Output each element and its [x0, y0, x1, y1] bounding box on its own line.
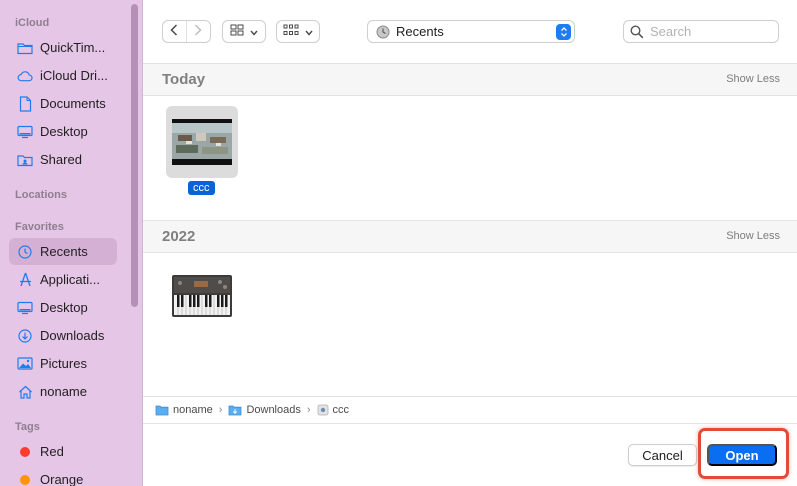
path-item-label: noname: [173, 404, 213, 416]
desktop-icon: [17, 300, 33, 316]
group-header-today: Today Show Less: [143, 64, 797, 96]
section-header-locations: Locations: [15, 189, 67, 201]
sidebar-scrollbar[interactable]: [131, 4, 138, 307]
path-item-label: Downloads: [246, 404, 301, 416]
clock-icon: [17, 244, 33, 260]
sidebar-item-label: Red: [40, 444, 64, 459]
clock-icon: [376, 25, 390, 39]
group-title: Today: [162, 71, 206, 88]
sidebar-item-label: Pictures: [40, 356, 87, 371]
chevron-down-icon: [250, 23, 258, 41]
sidebar-tag-red[interactable]: Red: [9, 438, 117, 465]
path-item-label: ccc: [332, 404, 350, 416]
cancel-button[interactable]: Cancel: [628, 444, 697, 466]
back-button[interactable]: [163, 21, 187, 42]
applications-icon: [17, 272, 33, 288]
sidebar-item-label: noname: [40, 384, 87, 399]
sidebar-item-label: Desktop: [40, 124, 88, 139]
sidebar-item-noname[interactable]: noname: [9, 378, 117, 405]
group-header-2022: 2022 Show Less: [143, 221, 797, 253]
search-input[interactable]: [650, 24, 770, 39]
sidebar-item-label: Downloads: [40, 328, 105, 343]
file-item-ccc[interactable]: [166, 106, 238, 178]
chevron-right-icon: [194, 23, 202, 41]
downloads-folder-icon: [228, 404, 242, 416]
nav-buttons: [162, 20, 211, 43]
sidebar-item-label: Shared: [40, 152, 82, 167]
path-item-ccc[interactable]: ccc: [317, 404, 350, 416]
file-browser: Today Show Less ccc 2022 Show Less: [143, 64, 797, 396]
orange-tag-dot-icon: [20, 474, 30, 485]
show-less-button[interactable]: Show Less: [726, 73, 780, 85]
group-by-button[interactable]: [276, 20, 320, 43]
chevron-right-icon: ›: [306, 404, 311, 416]
group-grid-icon: [283, 23, 299, 41]
sidebar-item-label: Documents: [40, 96, 106, 111]
forward-button[interactable]: [187, 21, 210, 42]
show-less-button[interactable]: Show Less: [726, 230, 780, 242]
file-name-label[interactable]: ccc: [188, 181, 215, 195]
chevron-right-icon: ›: [218, 404, 223, 416]
document-icon: [17, 95, 33, 112]
search-field[interactable]: [623, 20, 779, 43]
sidebar-item-label: Applicati...: [40, 272, 100, 287]
dialog-footer: Cancel Open: [143, 424, 797, 486]
video-thumbnail-icon: [172, 119, 232, 165]
chevron-left-icon: [170, 23, 178, 41]
path-bar: noname › Downloads › ccc: [143, 396, 797, 424]
up-down-chevron-icon: [556, 24, 571, 40]
sidebar-item-icloud-drive[interactable]: iCloud Dri...: [9, 62, 117, 89]
path-item-downloads[interactable]: Downloads: [228, 404, 301, 416]
section-header-tags: Tags: [15, 421, 40, 433]
view-mode-button[interactable]: [222, 20, 266, 43]
icon-view-icon: [230, 23, 244, 41]
desktop-icon: [17, 124, 33, 140]
video-file-icon: [317, 404, 329, 416]
sidebar: iCloud QuickTim... iCloud Dri... Documen…: [0, 0, 143, 486]
piano-app-icon: [172, 275, 232, 317]
toolbar: Recents: [143, 0, 797, 64]
folder-icon: [17, 40, 33, 56]
photo-icon: [17, 356, 33, 372]
open-button[interactable]: Open: [707, 444, 777, 466]
sidebar-item-downloads[interactable]: Downloads: [9, 322, 117, 349]
home-icon: [17, 384, 33, 400]
sidebar-tag-orange[interactable]: Orange: [9, 466, 117, 486]
sidebar-item-label: Orange: [40, 472, 84, 486]
shared-folder-icon: [17, 152, 33, 168]
sidebar-item-label: Recents: [40, 244, 88, 259]
sidebar-item-recents[interactable]: Recents: [9, 238, 117, 265]
location-label: Recents: [396, 24, 444, 39]
search-icon: [630, 24, 644, 39]
sidebar-item-quicktime[interactable]: QuickTim...: [9, 34, 117, 61]
sidebar-item-desktop[interactable]: Desktop: [9, 294, 117, 321]
sidebar-item-shared[interactable]: Shared: [9, 146, 117, 173]
cloud-icon: [17, 68, 33, 84]
sidebar-item-documents[interactable]: Documents: [9, 90, 117, 117]
section-header-icloud: iCloud: [15, 17, 50, 29]
folder-icon: [155, 404, 169, 416]
file-item-piano-app[interactable]: [166, 260, 238, 332]
chevron-down-icon: [305, 23, 313, 41]
sidebar-item-applications[interactable]: Applicati...: [9, 266, 117, 293]
download-icon: [17, 328, 33, 344]
sidebar-item-label: QuickTim...: [40, 40, 106, 55]
path-item-noname[interactable]: noname: [155, 404, 213, 416]
sidebar-item-label: iCloud Dri...: [40, 68, 108, 83]
group-title: 2022: [162, 228, 196, 245]
sidebar-item-pictures[interactable]: Pictures: [9, 350, 117, 377]
sidebar-item-desktop-icloud[interactable]: Desktop: [9, 118, 117, 145]
location-popup[interactable]: Recents: [367, 20, 575, 43]
red-tag-dot-icon: [20, 446, 30, 457]
section-header-favorites: Favorites: [15, 221, 64, 233]
sidebar-item-label: Desktop: [40, 300, 88, 315]
